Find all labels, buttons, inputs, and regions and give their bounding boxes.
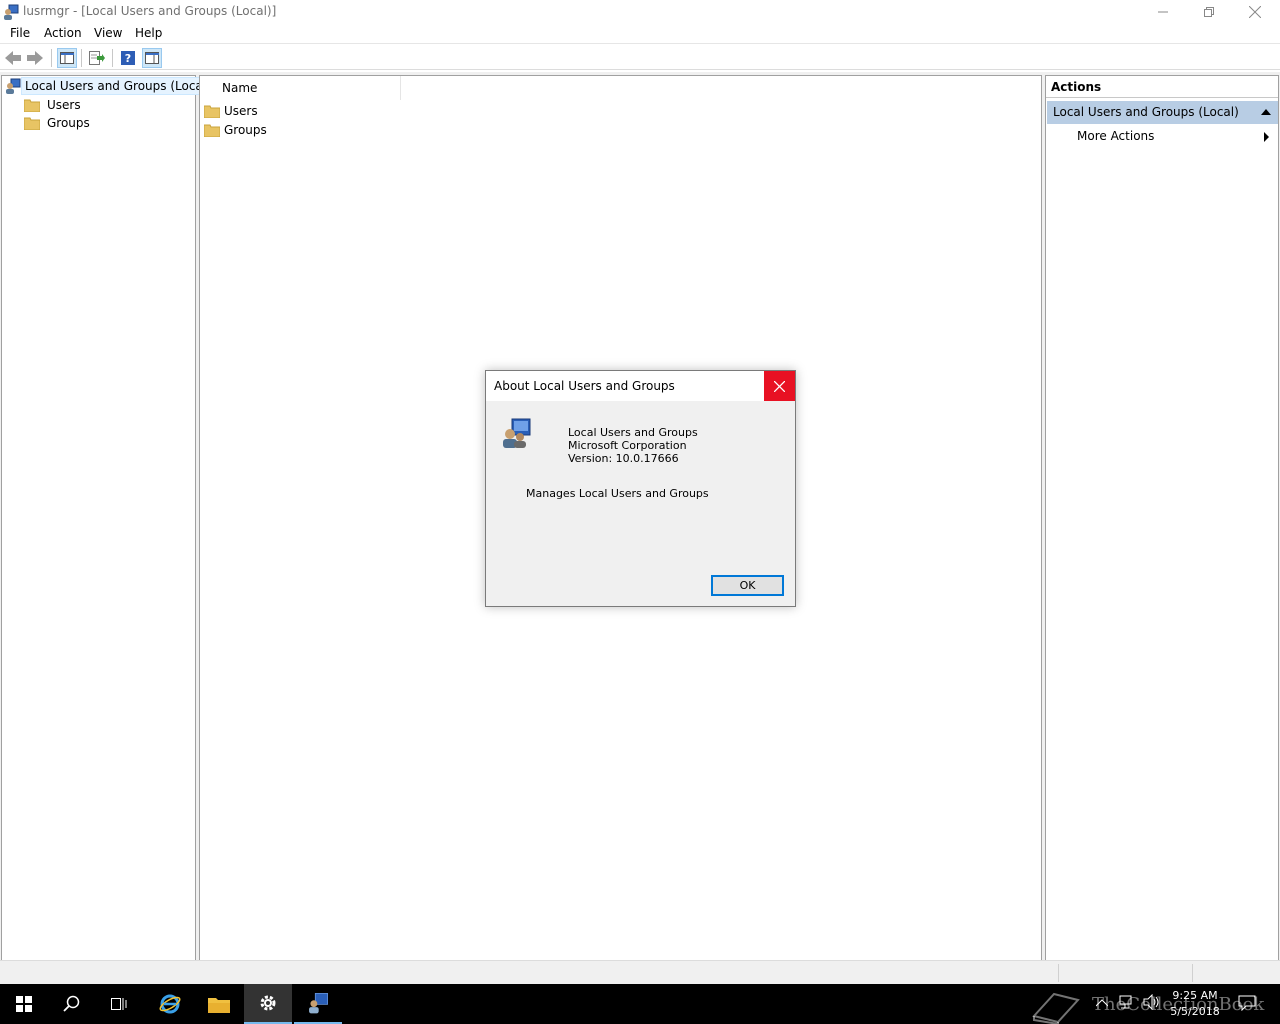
dialog-title-bar: About Local Users and Groups xyxy=(486,371,795,401)
status-separator xyxy=(1192,964,1193,982)
menu-file[interactable]: File xyxy=(10,26,30,40)
show-hide-action-pane-button[interactable] xyxy=(142,48,162,68)
tree-item-groups[interactable]: Groups xyxy=(24,114,93,132)
actions-group-label: Local Users and Groups (Local) xyxy=(1053,105,1239,119)
title-bar: lusrmgr - [Local Users and Groups (Local… xyxy=(0,0,1280,23)
folder-icon xyxy=(204,105,220,118)
search-icon xyxy=(63,995,80,1012)
task-view-button[interactable] xyxy=(96,984,144,1024)
ok-button[interactable]: OK xyxy=(711,575,784,596)
gear-icon xyxy=(260,995,276,1011)
folder-icon xyxy=(24,99,40,112)
book-logo-icon xyxy=(1032,992,1080,1024)
column-header-name[interactable]: Name xyxy=(200,76,401,100)
list-item[interactable]: Users xyxy=(204,102,258,120)
list-item[interactable]: Groups xyxy=(204,121,267,139)
task-view-icon xyxy=(111,998,127,1010)
menu-bar: File Action View Help xyxy=(0,23,1280,44)
back-button[interactable] xyxy=(3,48,23,68)
status-bar xyxy=(0,960,1280,984)
folder-icon xyxy=(24,117,40,130)
menu-view[interactable]: View xyxy=(94,26,122,40)
console-tree: Local Users and Groups (Local) Users Gro… xyxy=(1,75,215,961)
submenu-arrow-icon xyxy=(1264,132,1269,142)
help-icon: ? xyxy=(121,51,135,65)
close-button[interactable] xyxy=(1232,0,1278,23)
close-icon xyxy=(774,380,785,392)
minimize-button[interactable] xyxy=(1140,0,1186,23)
actions-group-header[interactable]: Local Users and Groups (Local) xyxy=(1047,101,1278,124)
forward-button[interactable] xyxy=(25,48,45,68)
more-actions-item[interactable]: More Actions xyxy=(1077,129,1277,147)
export-list-icon xyxy=(89,51,105,65)
restore-icon xyxy=(1204,6,1214,17)
list-item-label: Groups xyxy=(224,123,267,137)
tree-item-users[interactable]: Users xyxy=(24,96,84,114)
toolbar: ? xyxy=(0,45,1280,70)
taskbar-settings[interactable] xyxy=(244,984,292,1024)
users-groups-icon xyxy=(309,993,328,1014)
taskbar-internet-explorer[interactable] xyxy=(146,984,194,1024)
dialog-title: About Local Users and Groups xyxy=(494,379,675,393)
action-pane-icon xyxy=(145,52,159,64)
file-explorer-icon xyxy=(208,998,230,1013)
tree-item-users-label: Users xyxy=(47,98,81,112)
actions-title: Actions xyxy=(1046,76,1278,98)
watermark: TheCollectionBook xyxy=(1030,990,1270,1024)
toolbar-separator xyxy=(51,49,52,67)
console-tree-icon xyxy=(60,52,74,64)
restore-button[interactable] xyxy=(1186,0,1232,23)
dialog-close-button[interactable] xyxy=(764,371,795,401)
users-groups-icon xyxy=(500,417,532,449)
internet-explorer-icon xyxy=(159,994,181,1014)
tree-item-root[interactable]: Local Users and Groups (Local) xyxy=(5,77,215,95)
product-info: Local Users and Groups Microsoft Corpora… xyxy=(568,426,698,465)
help-button[interactable]: ? xyxy=(118,48,138,68)
toolbar-separator xyxy=(112,49,113,67)
show-hide-console-tree-button[interactable] xyxy=(57,48,77,68)
collapse-up-icon xyxy=(1261,109,1271,115)
folder-icon xyxy=(204,124,220,137)
users-groups-icon xyxy=(6,78,21,94)
mmc-window: lusrmgr - [Local Users and Groups (Local… xyxy=(0,0,1280,984)
product-description: Manages Local Users and Groups xyxy=(526,487,709,500)
about-dialog: About Local Users and Groups Local Users… xyxy=(485,370,796,607)
svg-text:?: ? xyxy=(125,52,131,65)
arrow-left-icon xyxy=(5,51,21,65)
company-name: Microsoft Corporation xyxy=(568,439,687,452)
search-button[interactable] xyxy=(48,984,96,1024)
tree-item-root-label: Local Users and Groups (Local) xyxy=(21,77,215,95)
list-item-label: Users xyxy=(224,104,258,118)
taskbar-file-explorer[interactable] xyxy=(195,984,243,1024)
close-icon xyxy=(1249,5,1261,18)
tree-item-groups-label: Groups xyxy=(47,116,90,130)
users-app-icon xyxy=(3,4,19,20)
watermark-text: TheCollectionBook xyxy=(1092,994,1265,1015)
export-list-button[interactable] xyxy=(87,48,107,68)
windows-logo-icon xyxy=(16,996,32,1012)
product-version: Version: 10.0.17666 xyxy=(568,452,679,465)
product-name: Local Users and Groups xyxy=(568,426,698,439)
window-title: lusrmgr - [Local Users and Groups (Local… xyxy=(23,4,277,18)
minimize-icon xyxy=(1158,11,1168,12)
actions-pane: Actions Local Users and Groups (Local) M… xyxy=(1045,75,1279,961)
taskbar-lusrmgr[interactable] xyxy=(294,984,342,1024)
toolbar-separator xyxy=(81,49,82,67)
column-header-name-label: Name xyxy=(222,81,258,95)
more-actions-label: More Actions xyxy=(1077,129,1155,143)
menu-action[interactable]: Action xyxy=(44,26,82,40)
menu-help[interactable]: Help xyxy=(135,26,162,40)
start-button[interactable] xyxy=(0,984,48,1024)
status-separator xyxy=(1058,964,1059,982)
arrow-right-icon xyxy=(27,51,43,65)
